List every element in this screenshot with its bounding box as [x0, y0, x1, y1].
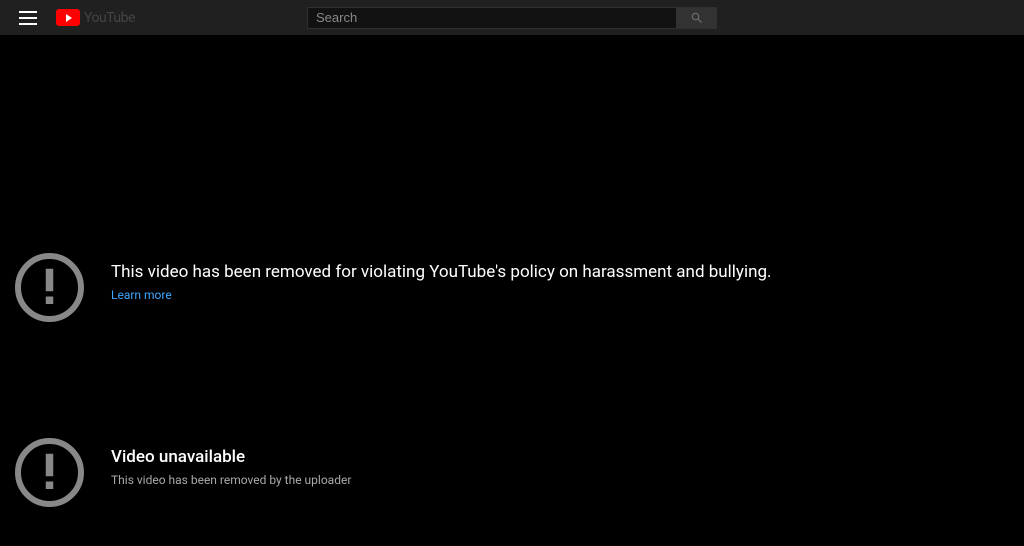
- header-bar: YouTube: [0, 0, 1024, 35]
- error-icon-wrapper: [12, 250, 87, 325]
- youtube-play-icon: [56, 9, 80, 26]
- content-area: This video has been removed for violatin…: [0, 35, 1024, 510]
- exclamation-circle-icon: [12, 435, 87, 510]
- youtube-logo[interactable]: YouTube: [56, 9, 135, 26]
- error-text-container: Video unavailable This video has been re…: [111, 435, 351, 487]
- error-title: Video unavailable: [111, 447, 351, 467]
- error-icon-wrapper: [12, 435, 87, 510]
- error-subtitle: This video has been removed by the uploa…: [111, 473, 351, 487]
- exclamation-circle-icon: [12, 250, 87, 325]
- search-input[interactable]: [307, 7, 677, 29]
- error-block-policy-violation: This video has been removed for violatin…: [0, 250, 1024, 325]
- search-container: [307, 7, 717, 29]
- hamburger-icon: [19, 11, 37, 25]
- search-button[interactable]: [677, 7, 717, 29]
- logo-text: YouTube: [84, 10, 135, 26]
- error-block-unavailable: Video unavailable This video has been re…: [0, 435, 1024, 510]
- learn-more-link[interactable]: Learn more: [111, 288, 772, 302]
- error-title: This video has been removed for violatin…: [111, 262, 772, 282]
- search-icon: [690, 11, 704, 25]
- error-text-container: This video has been removed for violatin…: [111, 250, 772, 302]
- hamburger-menu-button[interactable]: [16, 6, 40, 30]
